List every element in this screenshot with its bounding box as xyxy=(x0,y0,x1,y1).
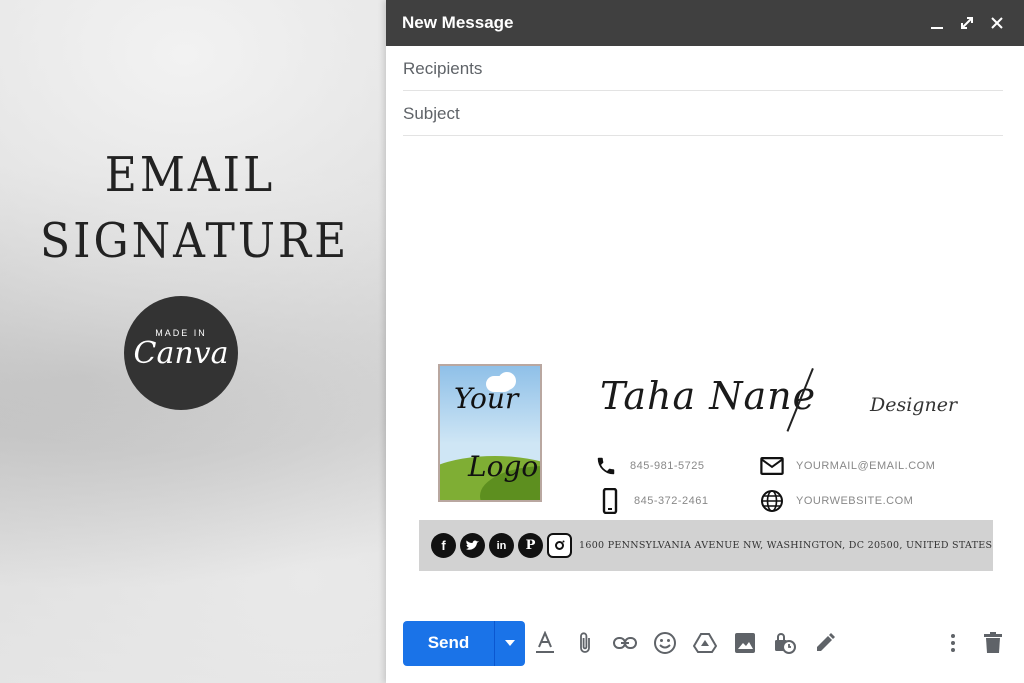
signature-name: Taha Nane xyxy=(600,374,817,418)
social-bar: f in P 1600 PENNSYLVANIA AVENUE NW, WASH… xyxy=(419,520,993,571)
expand-icon[interactable] xyxy=(956,12,978,34)
format-text-icon[interactable] xyxy=(525,623,565,663)
badge-big-text: Canva xyxy=(133,336,229,371)
canva-badge: MADE IN Canva xyxy=(124,296,238,410)
recipients-input[interactable] xyxy=(403,58,1003,79)
send-group: Send xyxy=(403,620,525,666)
emoji-icon[interactable] xyxy=(645,623,685,663)
phone-contact: 845-981-5725 xyxy=(594,454,705,478)
mobile-number: 845-372-2461 xyxy=(634,495,709,507)
mail-icon xyxy=(760,454,784,478)
mobile-icon xyxy=(598,488,622,514)
attach-icon[interactable] xyxy=(565,623,605,663)
minimize-icon[interactable] xyxy=(926,12,948,34)
confidential-icon[interactable] xyxy=(765,623,805,663)
logo-placeholder: Your Logo xyxy=(438,364,542,502)
compose-window: New Message Your Logo Taha Nane Designer xyxy=(386,0,1024,683)
discard-icon[interactable] xyxy=(973,623,1013,663)
postal-address: 1600 PENNSYLVANIA AVENUE NW, WASHINGTON,… xyxy=(579,540,993,551)
website-url: YOURWEBSITE.COM xyxy=(796,495,914,507)
email-contact: YOURMAIL@EMAIL.COM xyxy=(760,454,935,478)
phone-number: 845-981-5725 xyxy=(630,460,705,472)
signature-icon[interactable] xyxy=(805,623,845,663)
promo-title-line2: SIGNATURE xyxy=(40,213,350,270)
twitter-icon[interactable] xyxy=(460,533,485,558)
more-options-icon[interactable] xyxy=(933,623,973,663)
pinterest-icon[interactable]: P xyxy=(518,533,543,558)
compose-title: New Message xyxy=(402,13,514,32)
subject-field[interactable] xyxy=(403,92,1003,136)
send-options-button[interactable] xyxy=(494,620,525,666)
compose-titlebar: New Message xyxy=(386,0,1024,46)
subject-input[interactable] xyxy=(403,103,1003,124)
logo-text-line1: Your xyxy=(454,382,519,415)
send-button[interactable]: Send xyxy=(403,620,494,666)
signature-role: Designer xyxy=(870,394,958,416)
mobile-contact: 845-372-2461 xyxy=(598,488,709,514)
promo-title-line1: EMAIL xyxy=(104,147,276,204)
globe-icon xyxy=(760,489,784,513)
photo-icon[interactable] xyxy=(725,623,765,663)
instagram-icon[interactable] xyxy=(547,533,572,558)
facebook-icon[interactable]: f xyxy=(431,533,456,558)
phone-icon xyxy=(594,454,618,478)
chevron-down-icon xyxy=(505,640,515,646)
drive-icon[interactable] xyxy=(685,623,725,663)
compose-toolbar: Send xyxy=(403,620,1013,666)
close-icon[interactable] xyxy=(986,12,1008,34)
email-address: YOURMAIL@EMAIL.COM xyxy=(796,460,936,472)
link-icon[interactable] xyxy=(605,623,645,663)
website-contact: YOURWEBSITE.COM xyxy=(760,489,913,513)
linkedin-icon[interactable]: in xyxy=(489,533,514,558)
recipients-field[interactable] xyxy=(403,47,1003,91)
logo-text-line2: Logo xyxy=(468,450,539,483)
